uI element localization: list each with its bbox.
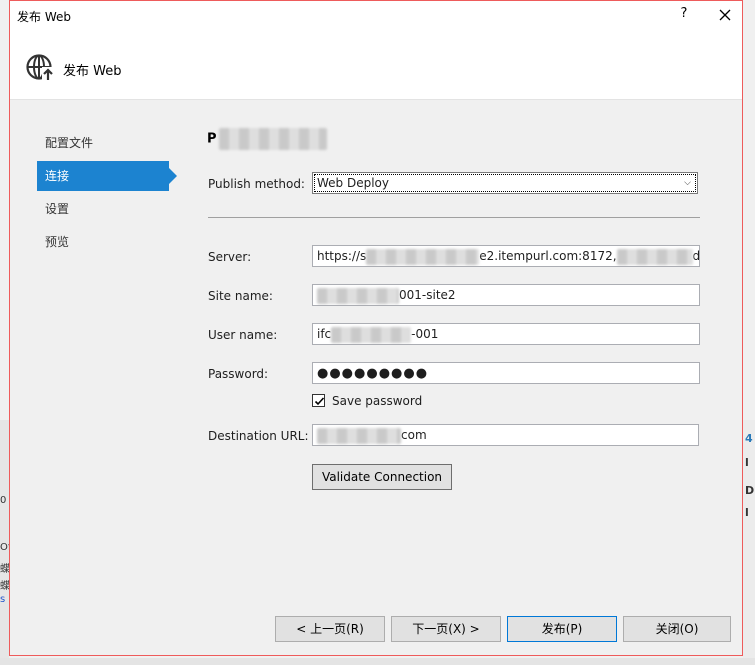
dialog-body: 配置文件 连接 设置 预览 P Publish method: Web Depl… [10,100,742,655]
nav-item-connection[interactable]: 连接 [37,161,177,191]
background-app-right-edge: 4 l D l [743,420,755,665]
publish-method-select[interactable]: Web Deploy ⌵ [312,172,698,194]
profile-name: P [207,128,327,150]
close-button[interactable]: 关闭(O) [623,616,731,642]
nav-item-preview[interactable]: 预览 [37,227,177,257]
previous-button[interactable]: < 上一页(R) [275,616,385,642]
background-app-left-edge: 0 Of 蝶 蝶 s [0,420,9,665]
nav-item-profile[interactable]: 配置文件 [37,128,177,158]
destination-url-label: Destination URL: [208,429,309,443]
save-password-label: Save password [332,394,423,408]
site-name-value: 001-site2 [399,288,456,302]
dialog-header: 发布 Web [10,31,742,100]
destination-url-value: com [401,428,427,442]
nav-item-settings[interactable]: 设置 [37,194,177,224]
help-button[interactable]: ? [674,6,694,26]
site-name-label: Site name: [208,289,273,303]
server-value-suffix: d [692,249,700,263]
server-label: Server: [208,250,252,264]
user-name-field[interactable]: ifc -001 [312,323,700,345]
checkbox-box[interactable] [312,394,325,407]
password-field[interactable]: ●●●●●●●●● [312,362,700,384]
separator [208,217,700,218]
password-label: Password: [208,367,269,381]
background-app-bottom-edge [0,658,755,665]
globe-publish-icon [24,52,54,82]
publish-web-dialog: 发布 Web ? 发布 Web 配置文件 连接 设置 预览 P Publish … [9,0,743,656]
server-value-middle: e2.itempurl.com:8172, [479,249,617,263]
check-icon [314,397,325,406]
redacted-blur [317,427,401,444]
redacted-blur [331,326,412,343]
publish-method-value: Web Deploy [317,176,389,190]
password-value: ●●●●●●●●● [317,366,429,381]
server-value-prefix: https://s [317,249,367,263]
user-name-value-suffix: -001 [411,327,439,341]
redacted-blur [616,248,693,265]
server-field[interactable]: https://s e2.itempurl.com:8172, d [312,245,700,267]
wizard-nav: 配置文件 连接 设置 预览 [37,128,177,260]
validate-connection-button[interactable]: Validate Connection [312,464,452,490]
next-button[interactable]: 下一页(X) > [391,616,501,642]
site-name-field[interactable]: 001-site2 [312,284,700,306]
redacted-blur [317,287,399,304]
header-title: 发布 Web [63,64,122,79]
close-icon[interactable] [714,4,736,26]
window-title: 发布 Web [17,10,71,24]
chevron-down-icon: ⌵ [684,178,691,188]
publish-method-label: Publish method: [208,177,305,191]
profile-name-text: P [207,131,217,147]
user-name-value-prefix: ifc [317,327,332,341]
user-name-label: User name: [208,328,278,342]
redacted-blur [218,128,327,150]
redacted-blur [366,248,480,265]
destination-url-field[interactable]: com [312,424,699,446]
title-bar: 发布 Web ? [10,1,742,31]
publish-button[interactable]: 发布(P) [507,616,617,642]
